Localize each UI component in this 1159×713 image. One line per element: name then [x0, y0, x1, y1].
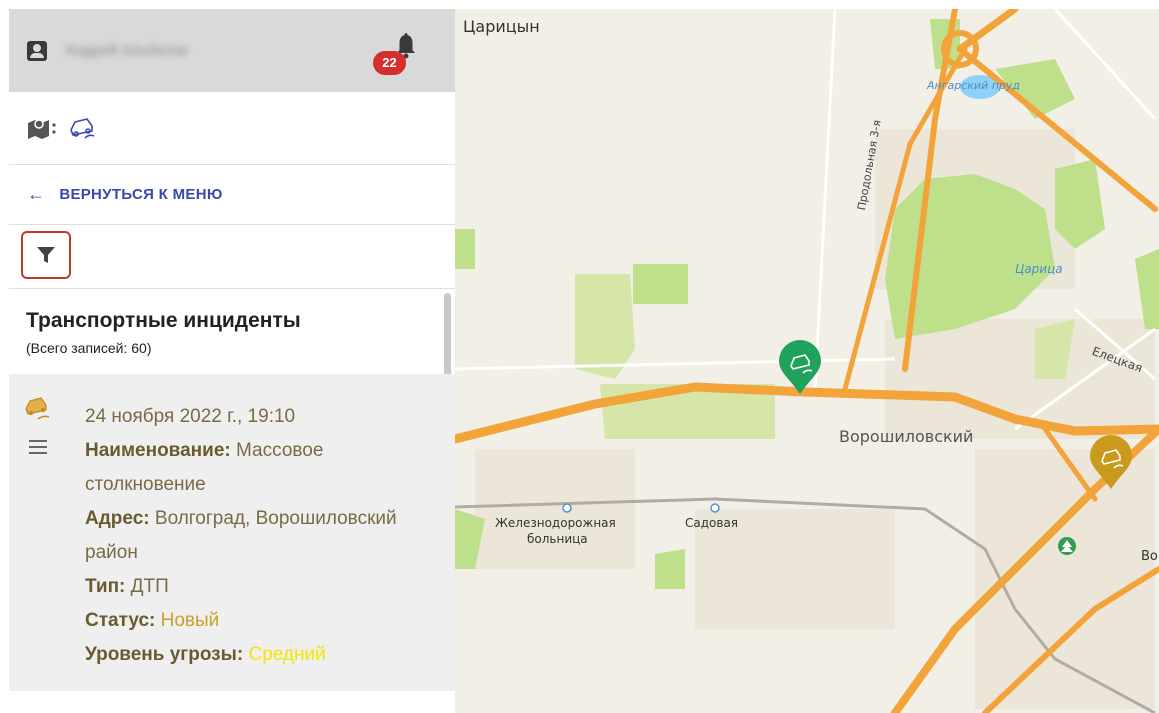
map-label-station-1-line2: больница	[527, 532, 588, 546]
layers-row	[9, 92, 455, 165]
incident-threat-field: Уровень угрозы: Средний	[85, 638, 425, 672]
back-to-menu-link[interactable]: ← ВЕРНУТЬСЯ К МЕНЮ	[9, 165, 455, 225]
incident-name-label: Наименование:	[85, 440, 231, 461]
incident-type-value: ДТП	[130, 576, 169, 597]
filter-button[interactable]	[21, 231, 71, 279]
menu-icon[interactable]	[29, 440, 47, 454]
list-title: Транспортные инциденты	[26, 309, 301, 332]
arrow-left-icon: ←	[27, 184, 46, 204]
incident-panel: Андрей Альбатов 22 ← ВЕРНУТЬСЯ К МЕНЮ Тр…	[9, 9, 455, 713]
list-record-count: (Всего записей: 60)	[26, 340, 152, 356]
incident-type-label: Тип:	[85, 576, 126, 597]
incident-threat-value: Средний	[248, 644, 326, 665]
user-header: Андрей Альбатов 22	[9, 9, 455, 92]
metro-station-icon[interactable]	[562, 503, 572, 513]
incident-status-value: Новый	[160, 610, 220, 631]
map-label-station-2: Садовая	[685, 516, 739, 530]
car-crash-icon	[25, 397, 50, 420]
map-view[interactable]: Царицын Ангарский пруд Продольная 3-я Ца…	[455, 9, 1159, 713]
incident-type-field: Тип: ДТП	[85, 570, 425, 604]
incident-card[interactable]: 24 ноября 2022 г., 19:10 Наименование: М…	[9, 374, 455, 691]
incident-status-label: Статус:	[85, 610, 156, 631]
incident-datetime: 24 ноября 2022 г., 19:10	[85, 406, 296, 427]
map-label-city: Царицын	[463, 17, 540, 36]
user-icon[interactable]	[27, 40, 47, 61]
notification-count-badge[interactable]: 22	[373, 51, 406, 75]
incident-status-field: Статус: Новый	[85, 604, 425, 638]
tree-icon	[1058, 537, 1076, 555]
incident-list: Транспортные инциденты (Всего записей: 6…	[9, 289, 455, 713]
map-label-river: Царица	[1015, 262, 1063, 276]
back-to-menu-label: ВЕРНУТЬСЯ К МЕНЮ	[59, 186, 223, 203]
map-label-pond: Ангарский пруд	[927, 79, 1020, 92]
metro-station-icon[interactable]	[710, 503, 720, 513]
car-crash-layer-icon[interactable]	[67, 116, 97, 140]
app-root: Андрей Альбатов 22 ← ВЕРНУТЬСЯ К МЕНЮ Тр…	[0, 0, 1159, 713]
map-label-station-1-line1: Железнодорожная	[495, 516, 616, 530]
incident-address-field: Адрес: Волгоград, Ворошиловский район	[85, 502, 425, 570]
filter-icon	[37, 247, 55, 263]
map-label-district: Ворошиловский	[839, 427, 974, 446]
incident-threat-label: Уровень угрозы:	[85, 644, 244, 665]
map-canvas[interactable]	[455, 9, 1159, 713]
incident-name-field: Наименование: Массовое столкновение	[85, 434, 425, 502]
map-layers-icon[interactable]	[27, 117, 61, 139]
user-name: Андрей Альбатов	[65, 42, 188, 59]
filter-row	[9, 225, 455, 289]
incident-fields: 24 ноября 2022 г., 19:10 Наименование: М…	[85, 400, 425, 672]
map-label-edge: Во	[1141, 549, 1158, 564]
incident-address-label: Адрес:	[85, 508, 150, 529]
